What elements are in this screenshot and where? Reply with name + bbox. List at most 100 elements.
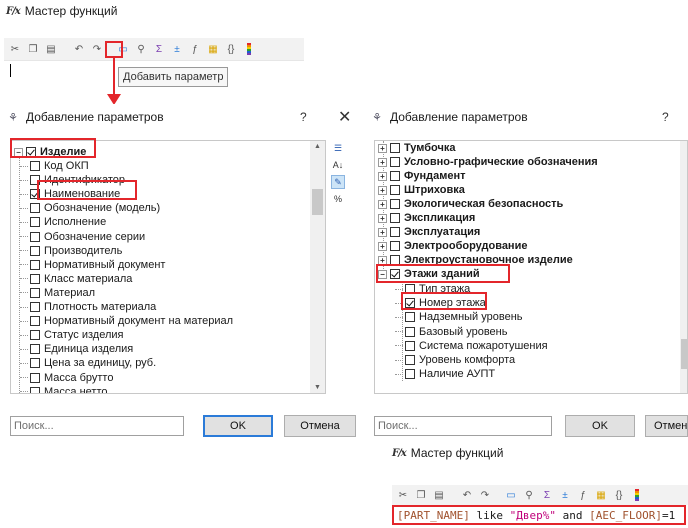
tree-group[interactable]: + Экологическая безопасность bbox=[378, 197, 563, 211]
paste-icon[interactable]: ▤ bbox=[432, 488, 446, 502]
operators-icon[interactable]: ± bbox=[558, 488, 572, 502]
item-checkbox[interactable] bbox=[30, 287, 40, 298]
braces-icon[interactable]: {} bbox=[224, 42, 238, 56]
checked-filter-icon[interactable]: ✎ bbox=[331, 175, 345, 189]
item-checkbox[interactable] bbox=[30, 358, 40, 369]
item-checkbox[interactable] bbox=[30, 259, 40, 270]
tree-group[interactable]: + Фундамент bbox=[378, 169, 466, 183]
item-checkbox[interactable] bbox=[30, 273, 40, 284]
redo-icon[interactable]: ↷ bbox=[90, 42, 104, 56]
add-parameter-icon[interactable]: ▭ bbox=[504, 488, 518, 502]
tree-item[interactable]: Единица изделия bbox=[20, 342, 133, 356]
percent-filter-icon[interactable]: % bbox=[331, 192, 345, 206]
item-checkbox[interactable] bbox=[30, 231, 40, 242]
expand-toggle[interactable]: + bbox=[378, 157, 387, 167]
search-input[interactable] bbox=[374, 416, 552, 436]
tree-view-icon[interactable]: ☰ bbox=[331, 141, 345, 155]
item-checkbox[interactable] bbox=[390, 171, 400, 181]
expand-toggle[interactable]: + bbox=[378, 227, 387, 237]
ok-button[interactable]: OK bbox=[203, 415, 273, 437]
ok-button[interactable]: OK bbox=[565, 415, 635, 437]
syntax-icon[interactable]: Σ bbox=[152, 42, 166, 56]
help-button[interactable]: ? bbox=[300, 110, 307, 124]
colors-icon[interactable] bbox=[242, 42, 256, 56]
tree-item[interactable]: Код ОКП bbox=[20, 159, 89, 173]
tree-item[interactable]: Базовый уровень bbox=[395, 325, 507, 339]
copy-icon[interactable]: ❐ bbox=[414, 488, 428, 502]
item-checkbox[interactable] bbox=[30, 330, 40, 341]
item-checkbox[interactable] bbox=[390, 213, 400, 223]
close-button[interactable]: ✕ bbox=[338, 107, 351, 127]
tree-item[interactable]: Обозначение (модель) bbox=[20, 201, 160, 215]
item-checkbox[interactable] bbox=[30, 344, 40, 355]
parameter-tree[interactable]: − Изделие Код ОКП Идентификатор Наименован… bbox=[10, 140, 326, 394]
tree-item[interactable]: Плотность материала bbox=[20, 300, 156, 314]
tree-group[interactable]: + Условно-графические обозначения bbox=[378, 155, 598, 169]
syntax-icon[interactable]: Σ bbox=[540, 488, 554, 502]
item-checkbox[interactable] bbox=[390, 185, 400, 195]
cut-icon[interactable]: ✂ bbox=[396, 488, 410, 502]
item-checkbox[interactable] bbox=[30, 203, 40, 214]
item-checkbox[interactable] bbox=[405, 369, 415, 380]
cancel-button[interactable]: Отмена bbox=[284, 415, 356, 437]
tree-item[interactable]: Надземный уровень bbox=[395, 310, 523, 324]
tree-icon[interactable]: ⚲ bbox=[134, 42, 148, 56]
sort-az-icon[interactable]: A↓ bbox=[331, 158, 345, 172]
expand-toggle[interactable]: + bbox=[378, 171, 387, 181]
functions-icon[interactable]: ƒ bbox=[576, 488, 590, 502]
item-checkbox[interactable] bbox=[405, 340, 415, 351]
undo-icon[interactable]: ↶ bbox=[72, 42, 86, 56]
tree-item[interactable]: Статус изделия bbox=[20, 328, 123, 342]
item-checkbox[interactable] bbox=[30, 372, 40, 383]
expand-toggle[interactable]: + bbox=[378, 199, 387, 209]
expand-toggle[interactable]: + bbox=[378, 143, 387, 153]
tree-item[interactable]: Масса нетто bbox=[20, 385, 107, 393]
tree-scrollbar[interactable]: ▲ ▼ bbox=[310, 141, 325, 393]
tree-item[interactable]: Класс материала bbox=[20, 272, 132, 286]
paste-icon[interactable]: ▤ bbox=[44, 42, 58, 56]
undo-icon[interactable]: ↶ bbox=[460, 488, 474, 502]
operators-icon[interactable]: ± bbox=[170, 42, 184, 56]
item-checkbox[interactable] bbox=[405, 312, 415, 323]
cut-icon[interactable]: ✂ bbox=[8, 42, 22, 56]
tree-item[interactable]: Уровень комфорта bbox=[395, 353, 515, 367]
tree-group[interactable]: + Тумбочка bbox=[378, 141, 456, 155]
tree-item[interactable]: Производитель bbox=[20, 244, 122, 258]
formula-expression[interactable]: [PART_NAME] like "Двер%" and [AEC_FLOOR]… bbox=[392, 505, 686, 525]
functions-icon[interactable]: ƒ bbox=[188, 42, 202, 56]
item-checkbox[interactable] bbox=[390, 157, 400, 167]
item-checkbox[interactable] bbox=[30, 161, 40, 171]
tree-group[interactable]: + Штриховка bbox=[378, 183, 465, 197]
item-checkbox[interactable] bbox=[390, 227, 400, 237]
redo-icon[interactable]: ↷ bbox=[478, 488, 492, 502]
search-input[interactable] bbox=[10, 416, 184, 436]
cancel-button[interactable]: Отмена bbox=[645, 415, 688, 437]
tree-item[interactable]: Система пожаротушения bbox=[395, 339, 548, 353]
braces-icon[interactable]: {} bbox=[612, 488, 626, 502]
item-checkbox[interactable] bbox=[390, 143, 400, 153]
scroll-thumb[interactable] bbox=[681, 339, 687, 369]
tree-item[interactable]: Исполнение bbox=[20, 215, 106, 229]
scroll-thumb[interactable] bbox=[312, 189, 323, 215]
tree-item[interactable]: Обозначение серии bbox=[20, 230, 145, 244]
item-checkbox[interactable] bbox=[30, 386, 40, 393]
snippets-icon[interactable]: ▦ bbox=[594, 488, 608, 502]
item-checkbox[interactable] bbox=[30, 302, 40, 312]
tree-item[interactable]: Цена за единицу, руб. bbox=[20, 356, 156, 370]
tree-group[interactable]: + Экспликация bbox=[378, 211, 475, 225]
item-checkbox[interactable] bbox=[405, 326, 415, 337]
tree-item[interactable]: Нормативный документ bbox=[20, 258, 165, 272]
help-button[interactable]: ? bbox=[662, 110, 669, 124]
item-checkbox[interactable] bbox=[390, 199, 400, 209]
expand-toggle[interactable]: + bbox=[378, 185, 387, 195]
item-checkbox[interactable] bbox=[30, 316, 40, 327]
tree-item[interactable]: Нормативный документ на материал bbox=[20, 314, 233, 328]
copy-icon[interactable]: ❐ bbox=[26, 42, 40, 56]
scroll-up-arrow[interactable]: ▲ bbox=[310, 143, 325, 150]
expand-toggle[interactable]: + bbox=[378, 213, 387, 223]
item-checkbox[interactable] bbox=[30, 245, 40, 256]
tree-item[interactable]: Наличие АУПТ bbox=[395, 367, 495, 381]
item-checkbox[interactable] bbox=[390, 241, 400, 251]
tree-item[interactable]: Масса брутто bbox=[20, 371, 113, 385]
tree-group[interactable]: + Эксплуатация bbox=[378, 225, 480, 239]
